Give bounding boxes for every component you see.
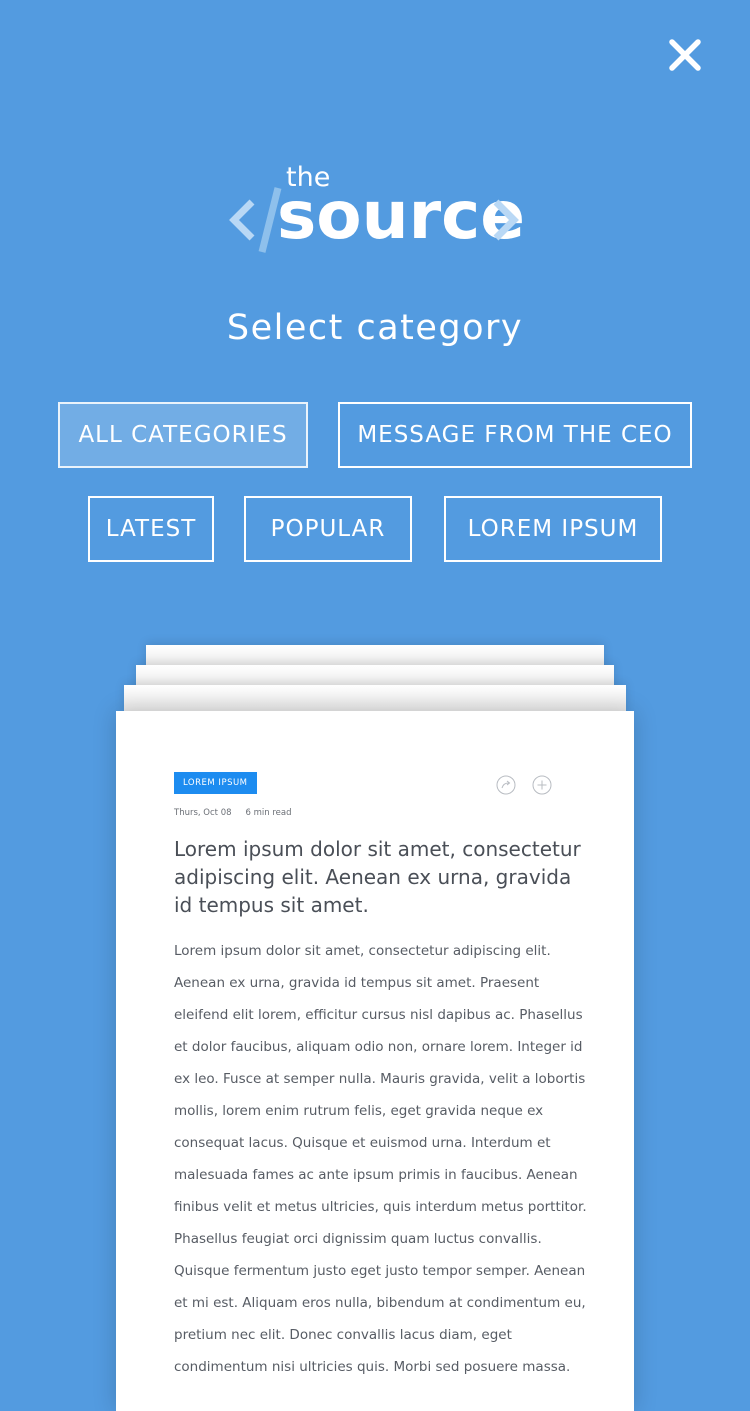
close-icon: [669, 39, 701, 71]
article-headline[interactable]: Lorem ipsum dolor sit amet, consectetur …: [174, 835, 594, 919]
article-card[interactable]: LOREM IPSUM Thurs, Oct 08 6 min read Lor…: [116, 711, 634, 1411]
share-button[interactable]: [496, 775, 516, 795]
plus-icon: [532, 775, 552, 795]
angle-left-icon: [229, 199, 255, 241]
close-button[interactable]: [664, 34, 706, 76]
logo-source-text: source: [277, 177, 526, 254]
page-title: Select category: [226, 308, 524, 348]
share-icon: [496, 775, 516, 795]
add-button[interactable]: [532, 775, 552, 795]
category-popular-button[interactable]: POPULAR: [244, 496, 412, 562]
category-latest-button[interactable]: LATEST: [88, 496, 214, 562]
logo: the source: [220, 160, 530, 260]
angle-right-icon: [493, 199, 519, 241]
article-date: Thurs, Oct 08: [174, 808, 232, 818]
category-message-from-ceo-button[interactable]: MESSAGE FROM THE CEO: [338, 402, 692, 468]
article-meta: Thurs, Oct 08 6 min read: [174, 808, 292, 818]
article-category-tag[interactable]: LOREM IPSUM: [174, 772, 257, 794]
article-read-time: 6 min read: [245, 808, 292, 818]
category-all-categories-button[interactable]: ALL CATEGORIES: [58, 402, 308, 468]
article-body: Lorem ipsum dolor sit amet, consectetur …: [174, 943, 587, 1375]
category-lorem-ipsum-button[interactable]: LOREM IPSUM: [444, 496, 662, 562]
